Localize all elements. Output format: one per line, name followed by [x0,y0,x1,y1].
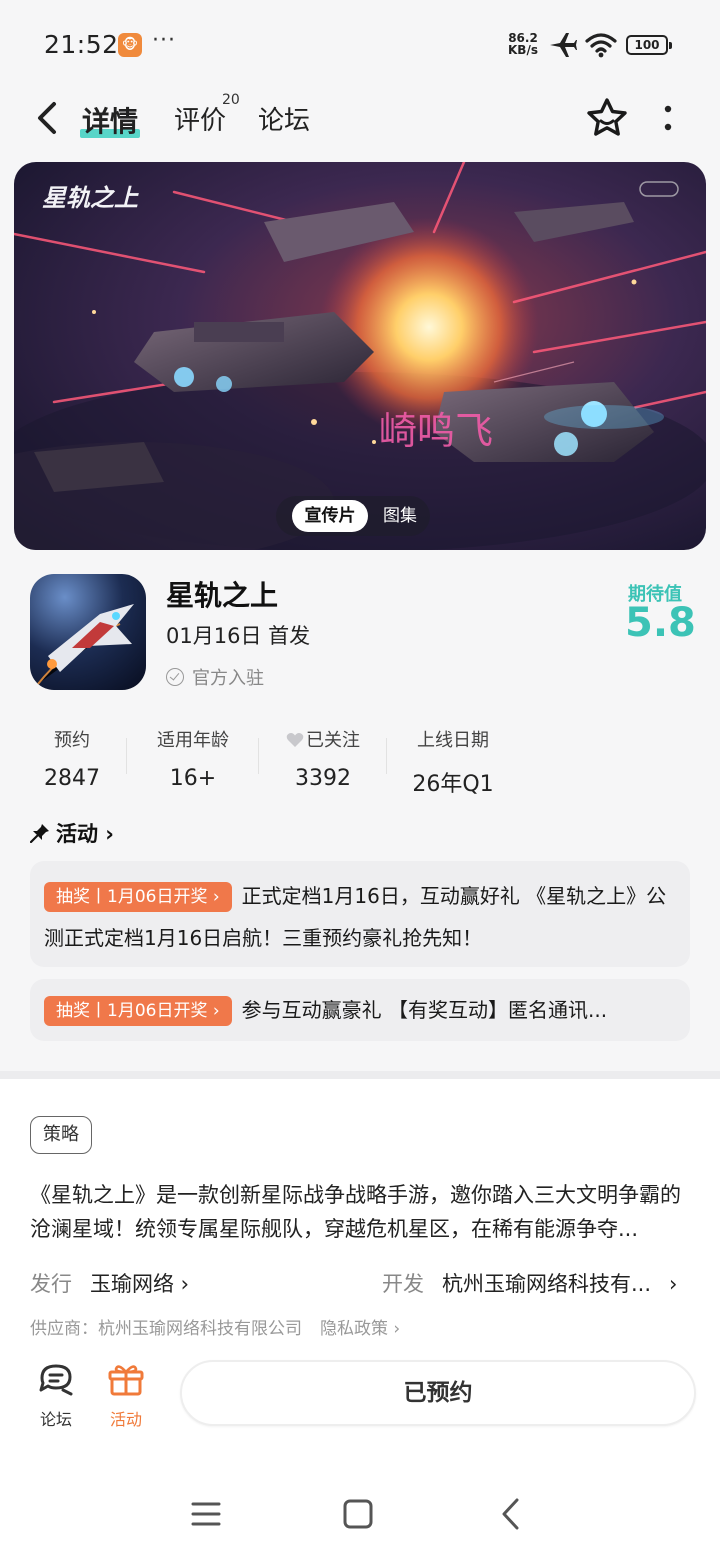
space-battle-artwork: 星轨之上 崎鸣飞 [14,162,706,550]
divider [386,738,387,774]
lottery-tag: 抽奖丨1月06日开奖 › [44,996,232,1026]
activity-header[interactable]: 活动 › [29,818,114,848]
game-description[interactable]: 《星轨之上》是一款创新星际战争战略手游，邀你踏入三大文明争霸的沧澜星域！统领专属… [30,1178,692,1246]
developer-link[interactable]: 开发 杭州玉瑜网络科技有... › [382,1268,677,1298]
review-count-badge: 20 [222,92,240,108]
wifi-icon [585,33,617,58]
stat-reservations: 预约 2847 [44,730,100,791]
notification-app-icon: 🐵 [118,33,142,57]
publisher-link[interactable]: 发行 玉瑜网络 › [30,1268,189,1298]
activity-card[interactable]: 抽奖丨1月06日开奖 › 参与互动赢豪礼 【有奖互动】匿名通讯... [30,979,690,1041]
gift-icon [108,1365,144,1396]
heart-icon [286,733,304,747]
recent-apps-icon[interactable] [186,1494,226,1534]
stat-age-rating: 适用年龄 16+ [157,730,229,791]
game-title: 星轨之上 [166,579,279,612]
home-icon[interactable] [338,1494,378,1534]
divider [258,738,259,774]
divider [126,738,127,774]
favorite-star-icon[interactable] [586,97,628,139]
trailer-tab[interactable]: 宣传片 [292,500,368,532]
system-back-icon[interactable] [492,1494,532,1534]
airplane-mode-icon [550,33,577,57]
tab-detail[interactable]: 详情 [80,100,141,140]
expectation-score: 5.8 [625,600,696,646]
stat-launch-date: 上线日期 26年Q1 [412,730,494,797]
pin-icon [29,824,49,844]
more-options-icon[interactable] [656,102,680,136]
tab-forum[interactable]: 论坛 [258,100,310,137]
supplier-info: 供应商：杭州玉瑜网络科技有限公司 隐私政策 › [30,1319,401,1339]
verified-check-icon [166,668,184,686]
genre-tag[interactable]: 策略 [30,1116,92,1154]
status-time: 21:52 [44,30,119,59]
network-speed: 86.2 KB/s [508,31,538,57]
activity-button[interactable]: 活动 [96,1362,156,1430]
official-badge: 官方入驻 [166,664,264,690]
battery-indicator: 100 [626,35,672,55]
forum-button[interactable]: 论坛 [26,1362,86,1430]
more-notifications-icon: ··· [152,28,176,53]
status-bar: 21:52 🐵 ··· 86.2 KB/s 100 [0,0,720,90]
promo-banner[interactable]: 星轨之上 崎鸣飞 [14,162,706,550]
release-date: 01月16日 首发 [166,624,311,648]
gallery-tab[interactable]: 图集 [376,500,424,532]
game-app-icon [30,574,146,690]
reserved-button[interactable]: 已预约 [180,1360,696,1426]
forum-chat-icon [39,1364,73,1396]
activity-card[interactable]: 抽奖丨1月06日开奖 › 正式定档1月16日，互动赢好礼 《星轨之上》公测正式定档… [30,861,690,967]
tab-review[interactable]: 评价 20 [174,92,240,137]
lottery-tag: 抽奖丨1月06日开奖 › [44,882,232,912]
section-separator [0,1071,720,1079]
privacy-policy-link[interactable]: 隐私政策 › [320,1319,400,1339]
banner-game-logo: 星轨之上 [42,184,139,212]
back-arrow-icon[interactable] [30,98,66,138]
stat-followers[interactable]: 已关注 3392 [282,726,364,791]
banner-watermark: 崎鸣飞 [379,409,493,453]
